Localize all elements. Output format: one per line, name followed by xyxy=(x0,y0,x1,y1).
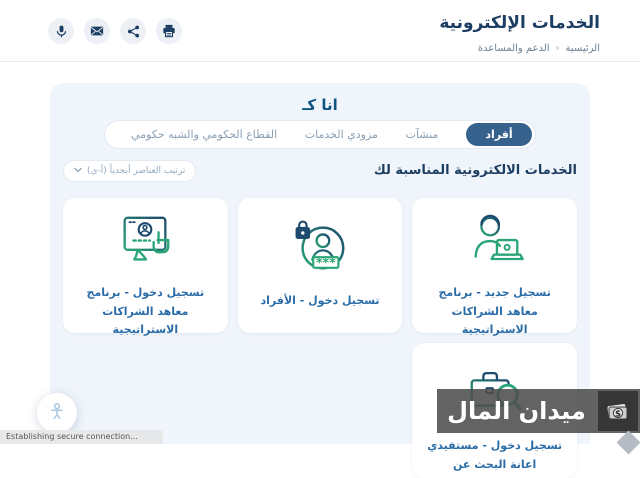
card-login-partnership[interactable]: تسجيل دخول - برنامج معاهد الشراكات الاست… xyxy=(63,198,228,336)
header-action-buttons xyxy=(48,18,182,44)
tab-service-providers[interactable]: مزودي الخدمات xyxy=(305,128,378,141)
monitor-login-icon xyxy=(114,212,176,274)
microphone-icon xyxy=(55,25,68,38)
card-label: تسجيل دخول - مستفيدي اعانة البحث عن xyxy=(427,439,563,471)
tab-government-sector[interactable]: القطاع الحكومي والشبه حكومي xyxy=(131,128,277,141)
currency-symbol: $ xyxy=(615,409,621,419)
panel-heading: انا كـ xyxy=(302,96,338,114)
sort-dropdown-button[interactable]: ترتيب العناصر أبجدياً (أ-ي) xyxy=(63,160,197,182)
browser-status-bar: Establishing secure connection... xyxy=(0,430,163,444)
microphone-button[interactable] xyxy=(48,18,74,44)
accessibility-icon xyxy=(48,402,66,424)
watermark-banner: $ ميدان المال xyxy=(437,389,640,433)
accessibility-floating-button[interactable] xyxy=(37,393,77,433)
breadcrumb-home-link[interactable]: الرئيسية xyxy=(566,43,600,54)
money-stack-icon: $ xyxy=(598,391,638,431)
page-title: الخدمات الإلكترونية xyxy=(439,13,600,33)
card-new-registration-partnership[interactable]: تسجيل جديد - برنامج معاهد الشراكات الاست… xyxy=(412,198,577,336)
card-login-individuals[interactable]: *** تسجيل دخول - الأفراد xyxy=(237,198,403,333)
share-button[interactable] xyxy=(120,18,146,44)
breadcrumb-current: الدعم والمساعدة xyxy=(477,43,550,54)
sort-dropdown-label: ترتيب العناصر أبجدياً (أ-ي) xyxy=(87,166,186,176)
chevron-down-icon xyxy=(74,166,82,176)
watermark-text: ميدان المال xyxy=(447,397,586,425)
page-header: الخدمات الإلكترونية الرئيسية ‹ الدعم وال… xyxy=(0,0,640,62)
share-icon xyxy=(127,25,140,38)
section-row: الخدمات الالكترونية المناسبة لك ترتيب ال… xyxy=(63,160,577,184)
tab-individuals[interactable]: أفراد xyxy=(466,123,532,146)
watermark-diamond-shape xyxy=(616,430,640,455)
agent-laptop-icon xyxy=(464,212,526,274)
card-label: تسجيل دخول - الأفراد xyxy=(260,294,380,307)
breadcrumb-separator-icon: ‹ xyxy=(555,43,560,54)
password-mask-text: *** xyxy=(316,254,336,269)
card-label: تسجيل دخول - برنامج معاهد الشراكات الاست… xyxy=(86,286,205,337)
email-button[interactable] xyxy=(84,18,110,44)
breadcrumb: الرئيسية ‹ الدعم والمساعدة xyxy=(478,43,600,54)
print-icon xyxy=(162,24,176,38)
card-label: تسجيل جديد - برنامج معاهد الشراكات الاست… xyxy=(438,286,551,337)
email-icon xyxy=(90,24,104,38)
tab-establishments[interactable]: منشآت xyxy=(406,128,439,141)
section-title: الخدمات الالكترونية المناسبة لك xyxy=(373,163,577,178)
print-button[interactable] xyxy=(156,18,182,44)
status-text: Establishing secure connection... xyxy=(6,432,138,441)
user-lock-icon: *** xyxy=(289,212,351,282)
audience-tabbar: أفراد منشآت مزودي الخدمات القطاع الحكومي… xyxy=(104,120,536,149)
